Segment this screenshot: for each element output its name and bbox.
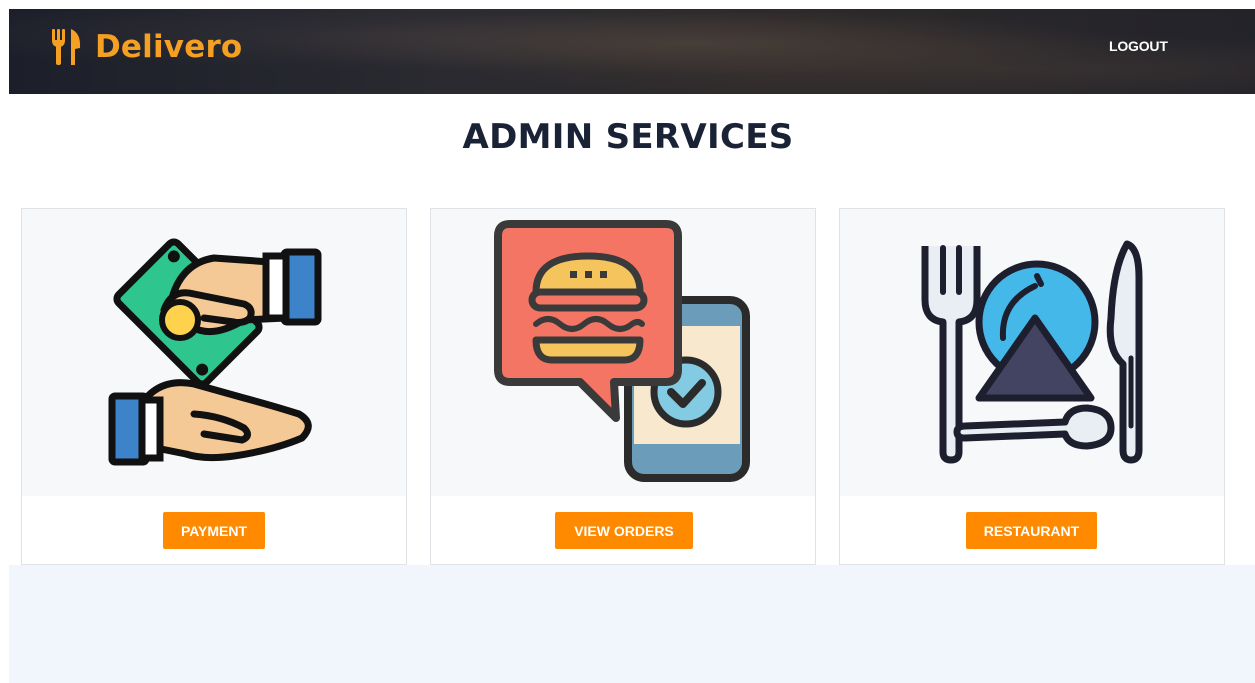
footer-background: [9, 565, 1255, 683]
burger-order-phone-icon: [494, 220, 750, 482]
brand-logo[interactable]: Delivero: [51, 27, 242, 67]
service-card-image: [840, 209, 1224, 496]
restaurant-button[interactable]: RESTAURANT: [966, 512, 1097, 549]
brand-name: Delivero: [95, 29, 243, 65]
restaurant-plate-cutlery-icon: [921, 240, 1143, 463]
service-card-image: [431, 209, 815, 496]
logout-link[interactable]: LOGOUT: [1109, 38, 1168, 54]
service-card-image: [22, 209, 406, 496]
view-orders-button[interactable]: VIEW ORDERS: [555, 512, 693, 549]
payment-hands-cash-icon: [108, 237, 322, 465]
page-title: ADMIN SERVICES: [462, 117, 794, 157]
page: Delivero LOGOUT ADMIN SERVICES PAYMENT V…: [9, 9, 1255, 683]
service-card-payment: PAYMENT: [21, 208, 407, 565]
service-card-restaurant: RESTAURANT: [839, 208, 1225, 565]
service-card-view-orders: VIEW ORDERS: [430, 208, 816, 565]
fork-knife-icon: [52, 29, 81, 65]
top-navbar: Delivero LOGOUT: [9, 9, 1255, 94]
payment-button[interactable]: PAYMENT: [163, 512, 265, 549]
